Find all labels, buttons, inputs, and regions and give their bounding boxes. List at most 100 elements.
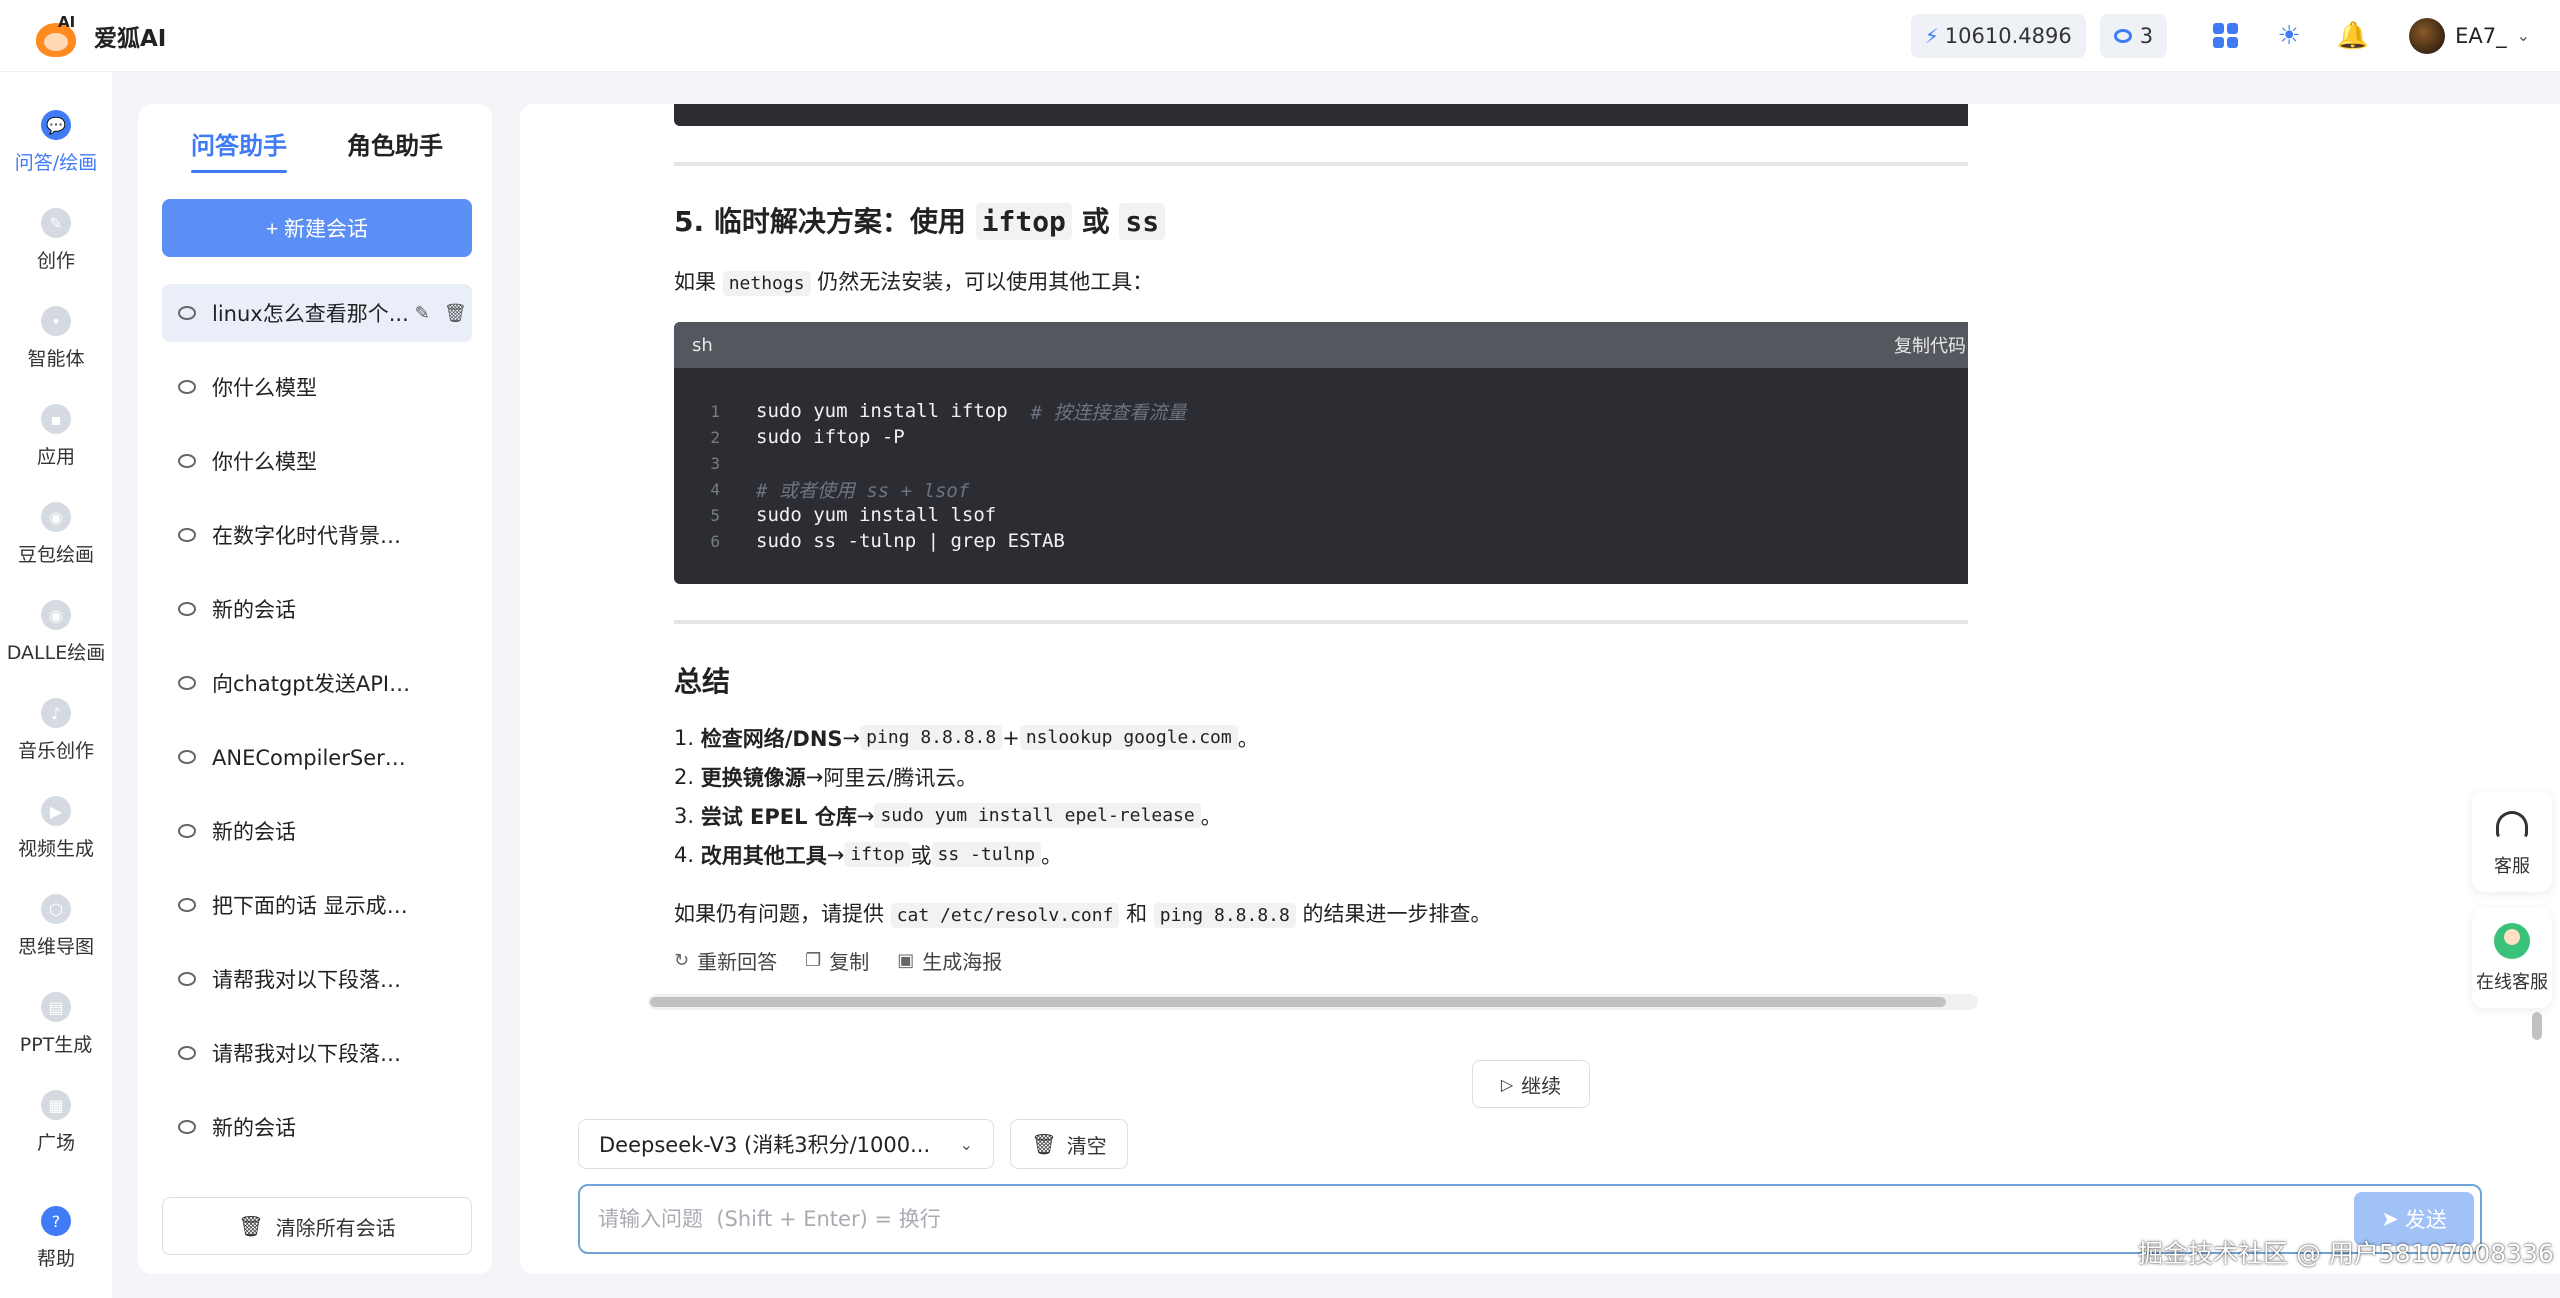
- chat-bubble-icon: [178, 676, 196, 690]
- chat-icon: 💬: [41, 110, 71, 140]
- headset-icon: [2496, 811, 2528, 839]
- nav-label: 视频生成: [17, 838, 94, 860]
- logo-ai-mark: AI: [58, 12, 76, 31]
- nav-label: 豆包绘画: [17, 544, 94, 566]
- left-nav: 💬 问答/绘画 ✎ 创作 • 智能体 ▪ 应用 ◉ 豆包绘画 ◉ DALLE绘画…: [0, 72, 112, 1298]
- user-menu[interactable]: EA7_ ⌄: [2409, 17, 2530, 54]
- nav-item-chat[interactable]: 💬 问答/绘画: [0, 110, 112, 180]
- chat-bubble-icon: [178, 306, 196, 320]
- messages-count: 3: [2139, 23, 2154, 48]
- model-label: Deepseek-V3 (消耗3积分/1000...: [599, 1133, 931, 1157]
- conversation-item[interactable]: 请帮我对以下段落进行...: [162, 1024, 472, 1082]
- model-select[interactable]: Deepseek-V3 (消耗3积分/1000... ⌄: [578, 1119, 994, 1169]
- horizontal-scrollbar[interactable]: [648, 994, 1978, 1010]
- theme-toggle-button[interactable]: ☀: [2269, 16, 2309, 56]
- refresh-icon: ↻: [674, 950, 690, 971]
- user-name: EA7_: [2455, 23, 2507, 48]
- conversation-item[interactable]: ANECompilerService是什: [162, 728, 472, 786]
- conversation-item[interactable]: linux怎么查看那个... ✎ 🗑: [162, 284, 472, 342]
- conversation-item[interactable]: 新的会话: [162, 1098, 472, 1156]
- clear-all-conversations-button[interactable]: 🗑 清除所有会话: [162, 1197, 472, 1255]
- clear-button[interactable]: 🗑 清空: [1010, 1119, 1128, 1169]
- help-icon: ?: [41, 1206, 71, 1236]
- continue-button[interactable]: ▷ 继续: [1472, 1060, 1590, 1108]
- chat-bubble-icon: [178, 1120, 196, 1134]
- code-line: 6 sudo ss -tulnp | grep ESTAB: [710, 530, 1065, 552]
- nav-item-ppt[interactable]: ▤ PPT生成: [0, 992, 112, 1062]
- nav-label: 广场: [36, 1132, 75, 1154]
- conversation-item[interactable]: 新的会话: [162, 802, 472, 860]
- chat-bubble-icon: [178, 898, 196, 912]
- fox-logo-icon: AI: [34, 13, 80, 59]
- bolt-icon: ⚡: [1924, 23, 1939, 48]
- support-button[interactable]: 客服: [2472, 792, 2552, 892]
- conversation-title: linux怎么查看那个...: [212, 302, 409, 326]
- conversation-item[interactable]: 你什么模型: [162, 358, 472, 416]
- code-line: 4 # 或者使用 ss + lsof: [710, 479, 970, 502]
- assistant-tabs: 问答助手 角色助手: [138, 126, 492, 176]
- list-item: 2. 更换镜像源 → 阿里云/腾讯云。: [674, 764, 978, 790]
- copy-code-button[interactable]: 复制代码: [1894, 332, 1966, 358]
- nav-item-create[interactable]: ✎ 创作: [0, 208, 112, 278]
- chat-bubble-icon: [178, 972, 196, 986]
- nav-item-agents[interactable]: • 智能体: [0, 306, 112, 376]
- divider: [674, 620, 1968, 624]
- messages-badge[interactable]: 3: [2099, 13, 2168, 58]
- nav-item-apps[interactable]: ▪ 应用: [0, 404, 112, 474]
- nav-item-music[interactable]: ♪ 音乐创作: [0, 698, 112, 768]
- conversation-item[interactable]: 把下面的话 显示成人类...: [162, 876, 472, 934]
- points-badge[interactable]: ⚡ 10610.4896: [1910, 13, 2086, 58]
- apps-grid-button[interactable]: [2205, 16, 2245, 56]
- conversation-item[interactable]: 向chatgpt发送API请求...: [162, 654, 472, 712]
- conversation-item[interactable]: 新的会话: [162, 580, 472, 638]
- brand[interactable]: AI 爱狐AI: [34, 13, 166, 59]
- copy-button[interactable]: ❐ 复制: [805, 946, 869, 975]
- conversation-title: ANECompilerService是什: [212, 746, 412, 770]
- assistant-message: 5. 临时解决方案：使用 iftop 或 ss 如果 nethogs 仍然无法安…: [648, 104, 1968, 1110]
- trash-icon: 🗑: [238, 1214, 264, 1238]
- nav-label: 音乐创作: [17, 740, 94, 762]
- code-line: 1 sudo yum install iftop # 按连接查看流量: [710, 400, 1187, 424]
- nav-item-doubao-draw[interactable]: ◉ 豆包绘画: [0, 502, 112, 572]
- new-chat-button[interactable]: + 新建会话: [162, 199, 472, 257]
- message-input[interactable]: [580, 1186, 2354, 1252]
- code-body: 1 sudo yum install iftop # 按连接查看流量 2 sudo …: [674, 368, 1968, 554]
- nav-item-square[interactable]: ▦ 广场: [0, 1090, 112, 1160]
- ppt-icon: ▤: [41, 992, 71, 1022]
- trash-icon[interactable]: 🗑: [444, 303, 467, 324]
- tab-qa-assistant[interactable]: 问答助手: [191, 126, 287, 161]
- nav-item-dalle-draw[interactable]: ◉ DALLE绘画: [0, 600, 112, 670]
- tab-role-assistant[interactable]: 角色助手: [347, 126, 443, 161]
- trash-icon: 🗑: [1031, 1132, 1057, 1156]
- nav-label: 帮助: [36, 1248, 75, 1270]
- chat-main: 5. 临时解决方案：使用 iftop 或 ss 如果 nethogs 仍然无法安…: [520, 104, 2560, 1274]
- top-bar: AI 爱狐AI ⚡ 10610.4896 3 ☀ 🔔 EA7_ ⌄: [0, 0, 2560, 72]
- copy-icon: ❐: [805, 950, 822, 971]
- online-support-button[interactable]: 在线客服: [2472, 908, 2552, 1008]
- edit-icon[interactable]: ✎: [415, 303, 430, 324]
- section-heading: 5. 临时解决方案：使用 iftop 或 ss: [674, 200, 1166, 240]
- notifications-button[interactable]: 🔔: [2333, 16, 2373, 56]
- palette-icon: ◉: [41, 600, 71, 630]
- generate-poster-button[interactable]: ▣ 生成海报: [897, 946, 1002, 975]
- conversation-panel: 问答助手 角色助手 + 新建会话 linux怎么查看那个... ✎ 🗑 你什么模…: [138, 104, 492, 1274]
- list-item: 4. 改用其他工具 → iftop 或 ss -tulnp。: [674, 842, 1063, 868]
- chat-bubble-icon: [178, 454, 196, 468]
- nav-item-help[interactable]: ? 帮助: [0, 1206, 112, 1276]
- vertical-scrollbar[interactable]: [2532, 1012, 2542, 1040]
- bell-icon: 🔔: [2336, 20, 2370, 51]
- regenerate-button[interactable]: ↻ 重新回答: [674, 946, 777, 975]
- conversation-item[interactable]: 在数字化时代背景下，...: [162, 506, 472, 564]
- points-value: 10610.4896: [1944, 23, 2072, 48]
- nav-item-video[interactable]: ▶ 视频生成: [0, 796, 112, 866]
- nav-label: PPT生成: [19, 1034, 93, 1056]
- conversation-item[interactable]: 请帮我对以下段落进行...: [162, 950, 472, 1008]
- conversation-item[interactable]: 你什么模型: [162, 432, 472, 490]
- paragraph: 如果 nethogs 仍然无法安装，可以使用其他工具：: [674, 270, 1154, 296]
- closing-paragraph: 如果仍有问题，请提供 cat /etc/resolv.conf 和 ping 8…: [674, 902, 1492, 928]
- palette-icon: ◉: [41, 502, 71, 532]
- sun-icon: ☀: [2277, 20, 2301, 51]
- conversation-title: 你什么模型: [212, 376, 317, 400]
- scrollbar-thumb[interactable]: [650, 997, 1946, 1007]
- nav-item-mindmap[interactable]: ⬡ 思维导图: [0, 894, 112, 964]
